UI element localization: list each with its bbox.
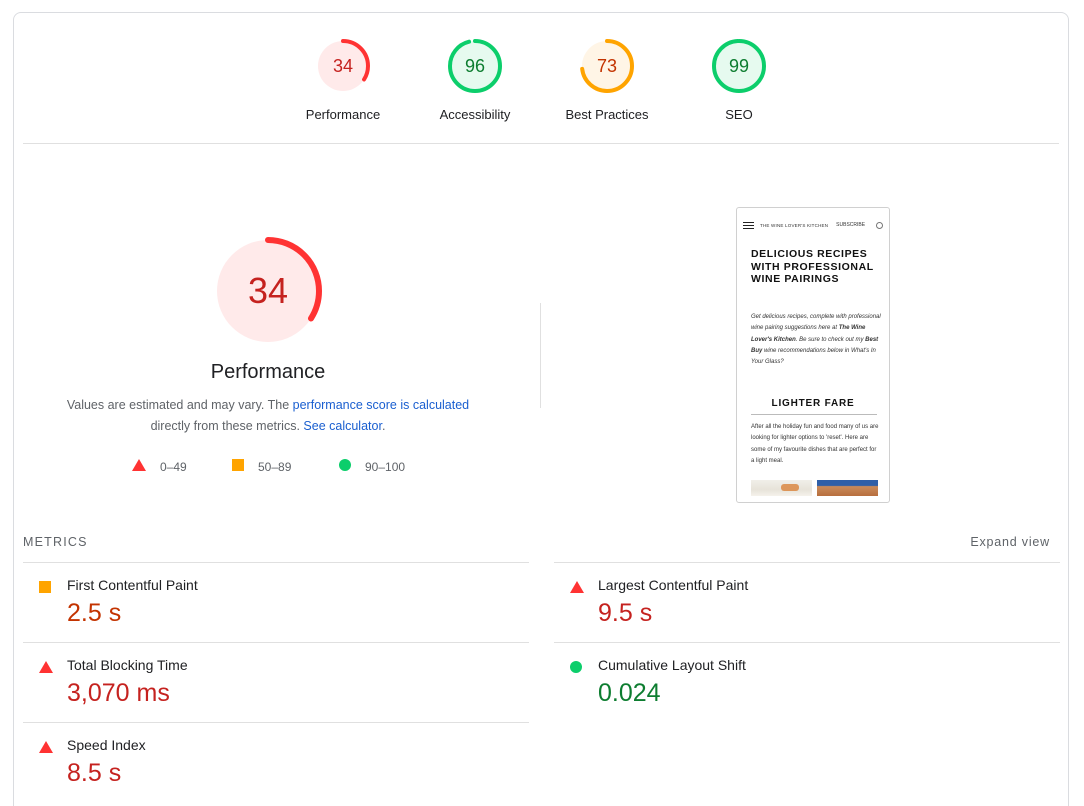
desc-text: . [381,419,386,433]
desc-text: Values are estimated and may vary. The [66,398,293,412]
square-icon [39,580,51,598]
performance-score: 34 [247,270,289,311]
metric-value: 0.024 [598,679,661,707]
legend-fail: 0–49 [132,459,187,474]
search-icon [876,221,883,229]
legend-pass: 90–100 [339,459,405,474]
triangle-icon [570,580,584,598]
report-card: 34 Performance 96 Accessibility 73 Best … [13,12,1069,806]
gauge-accessibility[interactable]: 96 Accessibility [420,39,530,122]
metric-value: 8.5 s [67,759,122,787]
gauge-ring: 99 [712,39,766,93]
square-icon [232,459,244,474]
screenshot-topbar: THE WINE LOVER'S KITCHEN SUBSCRIBE [737,208,889,242]
screenshot-section-title: LIGHTER FARE [771,398,855,409]
intro-text: . Be sure to check out my [795,336,866,343]
metric-name: Speed Index [67,737,146,753]
screenshot-brand: THE WINE LOVER'S KITCHEN [760,222,829,228]
divider-vertical [540,303,541,408]
gauge-ring: 34 [316,39,370,93]
metric-name: Largest Contentful Paint [598,577,749,593]
metric-value: 2.5 s [67,599,122,627]
metrics-title: METRICS [23,535,88,549]
metric-name: Total Blocking Time [67,657,188,673]
gauge-score: 99 [728,56,750,76]
gauge-label: Performance [305,107,381,122]
see-calculator-link[interactable]: See calculator [303,419,382,433]
hamburger-icon [743,221,754,229]
category-gauges: 34 Performance 96 Accessibility 73 Best … [14,13,1068,143]
expand-view-button[interactable]: Expand view [970,535,1050,549]
performance-gauge-large: 34 [214,237,322,345]
legend-average: 50–89 [232,459,291,474]
metric-value: 9.5 s [598,599,653,627]
gauge-ring: 73 [580,39,634,93]
gauge-seo[interactable]: 99 SEO [684,39,794,122]
gauge-score: 34 [332,56,354,76]
gauge-label: Best Practices [565,107,649,122]
metric-speed-index: Speed Index 8.5 s [23,722,529,802]
legend-range: 0–49 [160,459,187,474]
gauge-label: Accessibility [439,107,511,122]
triangle-icon [39,740,53,758]
gauge-best-practices[interactable]: 73 Best Practices [552,39,662,122]
circle-icon [339,459,351,474]
performance-description: Values are estimated and may vary. The p… [48,395,488,437]
divider [23,143,1059,144]
triangle-icon [132,459,146,474]
metric-largest-contentful-paint: Largest Contentful Paint 9.5 s [554,562,1060,642]
metric-name: First Contentful Paint [67,577,198,593]
triangle-icon [39,660,53,678]
gauge-ring: 96 [448,39,502,93]
screenshot-section-text: After all the holiday fun and food many … [751,424,879,464]
legend-range: 50–89 [258,459,292,474]
screenshot-image [817,480,878,496]
screenshot-rule [751,414,877,415]
metric-name: Cumulative Layout Shift [598,657,746,673]
legend-range: 90–100 [365,459,406,474]
screenshot-subscribe: SUBSCRIBE [836,222,866,228]
metric-cumulative-layout-shift: Cumulative Layout Shift 0.024 [554,642,1060,722]
circle-icon [570,660,582,678]
performance-score-link[interactable]: performance score is calculated [293,398,469,412]
desc-text: directly from these metrics. [150,419,304,433]
screenshot-heading: DELICIOUS RECIPES WITH PROFESSIONAL WINE… [751,248,874,285]
gauge-score: 96 [464,56,486,76]
gauge-label: SEO [725,107,753,122]
screenshot-image [751,480,812,496]
metric-value: 3,070 ms [67,679,170,707]
metric-total-blocking-time: Total Blocking Time 3,070 ms [23,642,529,722]
intro-text: wine recommendations below in What's In … [751,347,876,366]
gauge-score: 73 [596,56,618,76]
page-screenshot: THE WINE LOVER'S KITCHEN SUBSCRIBE DELIC… [736,207,890,503]
metric-first-contentful-paint: First Contentful Paint 2.5 s [23,562,529,642]
gauge-performance[interactable]: 34 Performance [288,39,398,122]
screenshot-intro: Get delicious recipes, complete with pro… [751,312,881,368]
performance-title: Performance [210,361,326,383]
